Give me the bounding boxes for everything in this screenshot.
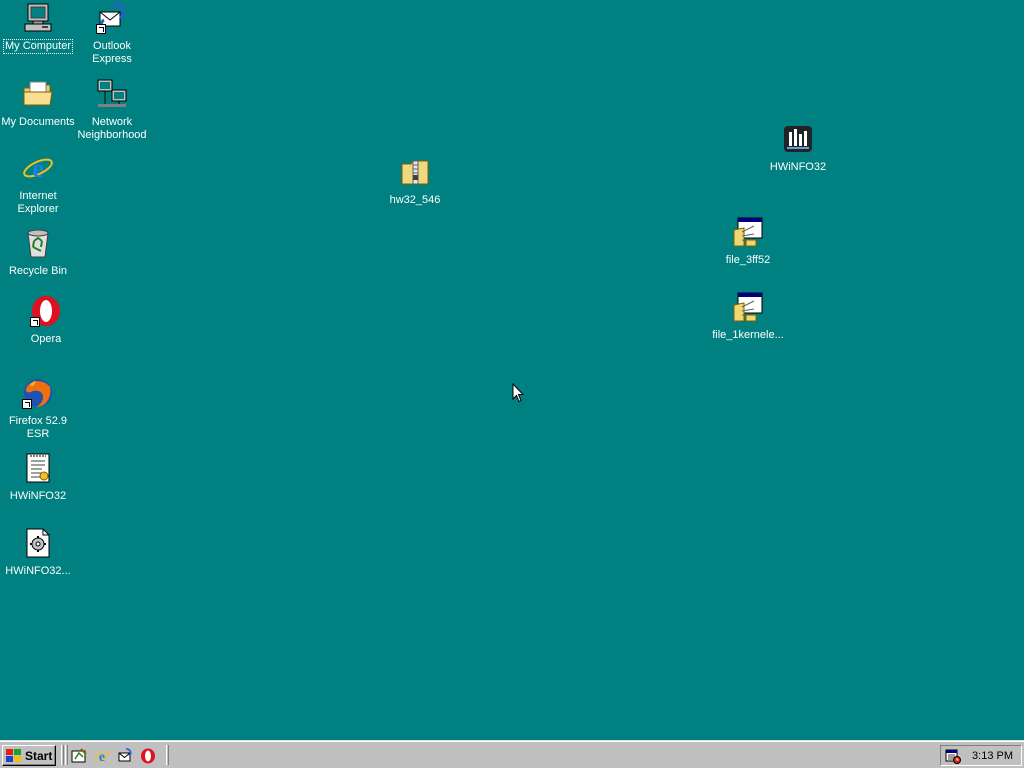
- hwinfo32-application[interactable]: HWiNFO32: [760, 123, 836, 174]
- desktop[interactable]: My Computer Outlook Express My Documents: [0, 0, 1024, 740]
- toolbar-grip[interactable]: [61, 745, 64, 765]
- mouse-cursor-icon: [512, 383, 524, 403]
- svg-text:e: e: [32, 154, 44, 183]
- ie-icon: e: [94, 750, 110, 764]
- computer-icon: [22, 2, 54, 34]
- icon-label: Firefox 52.9 ESR: [8, 415, 68, 440]
- svg-text:e: e: [99, 750, 105, 764]
- my-computer-shortcut[interactable]: My Computer: [0, 2, 76, 54]
- firefox-shortcut[interactable]: Firefox 52.9 ESR: [0, 377, 76, 441]
- taskbar: Start e 3:13 PM: [0, 740, 1024, 768]
- clock[interactable]: 3:13 PM: [972, 750, 1013, 762]
- zip-folder-icon: [399, 156, 431, 188]
- windows-logo-icon: [6, 748, 21, 762]
- hwinfo32-text-file[interactable]: HWiNFO32: [0, 452, 76, 503]
- settings-file-icon: [22, 527, 54, 559]
- ie-icon: e: [22, 152, 54, 184]
- firefox-icon: [22, 377, 54, 409]
- outlook-icon: [96, 2, 128, 34]
- icon-label: HWiNFO32: [769, 161, 827, 173]
- recycle-bin-shortcut[interactable]: Recycle Bin: [0, 227, 76, 278]
- launch-ie-button[interactable]: e: [93, 747, 111, 765]
- task-scheduler-icon[interactable]: [945, 748, 961, 764]
- start-label: Start: [25, 748, 53, 763]
- recycle-bin-icon: [22, 227, 54, 259]
- installer-window-icon: [732, 291, 764, 323]
- my-documents-shortcut[interactable]: My Documents: [0, 78, 76, 129]
- toolbar-grip[interactable]: [166, 745, 169, 765]
- show-desktop-icon: [71, 748, 87, 763]
- network-neighborhood-shortcut[interactable]: Network Neighborhood: [74, 78, 150, 142]
- icon-label: HWiNFO32...: [5, 565, 71, 577]
- launch-opera-button[interactable]: [139, 747, 157, 765]
- icon-label: Recycle Bin: [8, 265, 68, 277]
- file-3ff52[interactable]: file_3ff52: [710, 216, 786, 267]
- show-desktop-button[interactable]: [70, 747, 88, 765]
- internet-explorer-shortcut[interactable]: e Internet Explorer: [0, 152, 76, 216]
- network-icon: [96, 78, 128, 110]
- opera-icon: [141, 748, 155, 764]
- icon-label: My Computer: [2, 39, 74, 54]
- shortcut-arrow-icon: [22, 399, 32, 409]
- text-document-icon: [22, 452, 54, 484]
- launch-outlook-button[interactable]: [116, 747, 134, 765]
- outlook-icon: [118, 748, 132, 762]
- opera-icon: [30, 295, 62, 327]
- toolbar-grip[interactable]: [65, 745, 68, 765]
- icon-label: Outlook Express: [92, 40, 132, 65]
- icon-label: file_1kernele...: [712, 329, 784, 341]
- file-1kernel[interactable]: file_1kernele...: [710, 291, 786, 342]
- system-tray: 3:13 PM: [940, 745, 1022, 766]
- outlook-express-shortcut[interactable]: Outlook Express: [74, 2, 150, 66]
- folder-icon: [22, 78, 54, 110]
- start-button[interactable]: Start: [2, 745, 56, 766]
- icon-label: file_3ff52: [725, 254, 771, 266]
- icon-label: hw32_546: [389, 194, 441, 206]
- installer-window-icon: [732, 216, 764, 248]
- opera-shortcut[interactable]: Opera: [8, 295, 84, 346]
- hwinfo32-config-file[interactable]: HWiNFO32...: [0, 527, 76, 578]
- hw32-546-zip-folder[interactable]: hw32_546: [377, 156, 453, 207]
- icon-label: Network Neighborhood: [77, 116, 147, 141]
- shortcut-arrow-icon: [30, 317, 40, 327]
- icon-label: HWiNFO32: [9, 490, 67, 502]
- icon-label: Internet Explorer: [17, 190, 59, 215]
- shortcut-arrow-icon: [96, 24, 106, 34]
- hwinfo-app-icon: [782, 123, 814, 155]
- icon-label: Opera: [30, 333, 62, 345]
- icon-label: My Documents: [1, 116, 75, 128]
